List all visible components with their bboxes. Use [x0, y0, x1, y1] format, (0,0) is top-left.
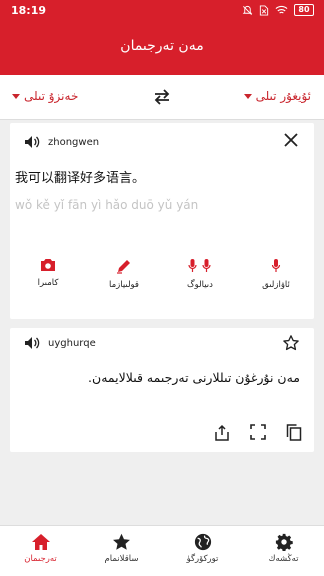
star-icon — [113, 533, 130, 550]
nav-label-favorites: ساقلانمام — [104, 554, 139, 564]
speaker-icon[interactable] — [24, 135, 40, 149]
share-icon[interactable] — [214, 424, 230, 441]
handwriting-label: قولىيازما — [108, 280, 139, 290]
input-actions: كامىرا قولىيازما دىيالوگ ئاۋازلىق — [10, 258, 314, 290]
dialog-button[interactable]: دىيالوگ — [162, 258, 238, 290]
source-panel: zhongwen 我可以翻译好多语言。 wǒ kě yǐ fān yì hǎo … — [10, 123, 314, 319]
status-time: 18:19 — [11, 4, 47, 17]
result-lang-code: uyghurqe — [48, 337, 96, 349]
voice-button[interactable]: ئاۋازلىق — [238, 258, 314, 290]
home-icon — [31, 534, 50, 550]
copy-icon[interactable] — [286, 424, 302, 441]
nav-label-settings: تەڭشەك — [268, 554, 299, 564]
nav-label-translator: تەرجىمان — [24, 554, 57, 564]
source-lang-code: zhongwen — [48, 136, 100, 148]
camera-label: كامىرا — [37, 278, 59, 288]
status-bar: 18:19 80 — [0, 0, 324, 22]
star-outline-icon[interactable] — [282, 334, 300, 352]
dialog-label: دىيالوگ — [187, 280, 213, 290]
target-language-label: ئۇيغۇر تىلى — [255, 89, 311, 103]
pen-icon — [117, 260, 130, 274]
source-text[interactable]: 我可以翻译好多语言。 — [15, 167, 145, 186]
camera-button[interactable]: كامىرا — [10, 258, 86, 290]
source-header: zhongwen — [24, 135, 99, 149]
result-text: مەن نۇرغۇن تىللارنى تەرجىمە قىلالايمەن. — [88, 370, 300, 385]
close-icon[interactable] — [284, 133, 298, 147]
source-language-selector[interactable]: خەنزۇ تىلى — [12, 89, 78, 103]
nav-item-favorites[interactable]: ساقلانمام — [81, 526, 162, 576]
dialog-mic-icon — [188, 259, 211, 272]
battery-icon: 80 — [294, 4, 314, 16]
target-language-selector[interactable]: ئۇيغۇر تىلى — [243, 89, 311, 103]
fullscreen-icon[interactable] — [250, 424, 266, 440]
bell-muted-icon — [242, 5, 253, 15]
page-title: مەن تەرجىمان — [120, 38, 204, 54]
chevron-down-icon — [243, 93, 252, 99]
result-panel: uyghurqe مەن نۇرغۇن تىللارنى تەرجىمە قىل… — [10, 328, 314, 452]
voice-label: ئاۋازلىق — [262, 280, 290, 290]
source-language-label: خەنزۇ تىلى — [24, 89, 79, 103]
status-icons: 80 — [242, 4, 314, 16]
nav-label-browser: توركۆرگۈ — [186, 554, 219, 564]
bottom-nav: تەرجىمان ساقلانمام توركۆرگۈ تەڭشەك — [0, 525, 324, 576]
nav-item-settings[interactable]: تەڭشەك — [243, 526, 324, 576]
wifi-icon — [275, 5, 288, 14]
result-actions — [214, 424, 302, 441]
nav-item-browser[interactable]: توركۆرگۈ — [162, 526, 243, 576]
swap-languages-icon[interactable] — [152, 88, 172, 106]
result-header: uyghurqe — [24, 336, 96, 350]
sim-icon — [259, 4, 269, 16]
source-pinyin: wǒ kě yǐ fān yì hǎo duō yǔ yán — [15, 198, 199, 212]
app-header: 18:19 80 مەن تەرجىمان — [0, 0, 324, 75]
mic-icon — [271, 259, 281, 272]
language-bar: خەنزۇ تىلى ئۇيغۇر تىلى — [0, 75, 324, 120]
gear-icon — [275, 533, 293, 551]
globe-icon — [194, 533, 211, 551]
chevron-down-icon — [12, 93, 20, 99]
camera-icon — [41, 259, 55, 271]
handwriting-button[interactable]: قولىيازما — [86, 258, 162, 290]
nav-item-translator[interactable]: تەرجىمان — [0, 526, 81, 576]
speaker-icon[interactable] — [24, 336, 40, 350]
